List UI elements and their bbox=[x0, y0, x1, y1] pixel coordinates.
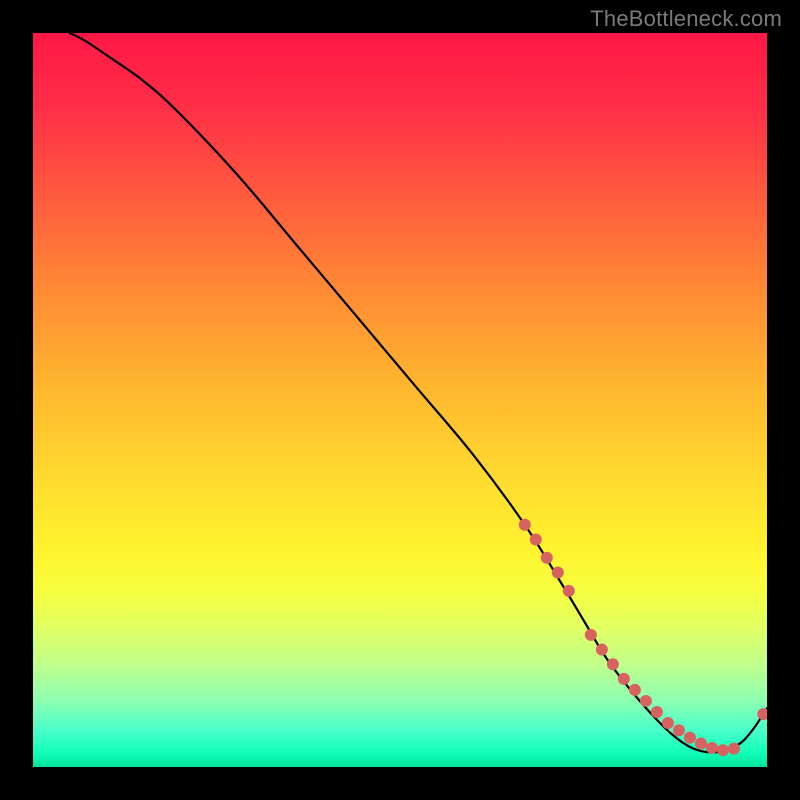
highlight-dot bbox=[563, 585, 575, 597]
highlight-dot bbox=[640, 695, 652, 707]
highlight-dots-group bbox=[519, 519, 767, 756]
highlight-dot bbox=[651, 706, 663, 718]
highlight-dot bbox=[618, 673, 630, 685]
highlight-dot bbox=[673, 724, 685, 736]
plot-area bbox=[33, 33, 767, 767]
highlight-dot bbox=[541, 552, 553, 564]
watermark-text: TheBottleneck.com bbox=[590, 6, 782, 32]
highlight-dot bbox=[629, 684, 641, 696]
highlight-dot bbox=[684, 732, 696, 744]
highlight-dot bbox=[706, 742, 718, 754]
highlight-dot bbox=[552, 566, 564, 578]
highlight-dot bbox=[717, 744, 729, 756]
highlight-dot bbox=[530, 533, 542, 545]
highlight-dot bbox=[585, 629, 597, 641]
highlight-dot bbox=[662, 717, 674, 729]
highlight-dot bbox=[728, 743, 740, 755]
highlight-dot bbox=[757, 708, 767, 720]
chart-stage: TheBottleneck.com bbox=[0, 0, 800, 800]
highlight-dot bbox=[596, 644, 608, 656]
highlight-dot bbox=[695, 738, 707, 750]
highlight-dot bbox=[519, 519, 531, 531]
highlight-dot bbox=[607, 658, 619, 670]
chart-svg bbox=[33, 33, 767, 767]
curve-path bbox=[70, 33, 767, 753]
